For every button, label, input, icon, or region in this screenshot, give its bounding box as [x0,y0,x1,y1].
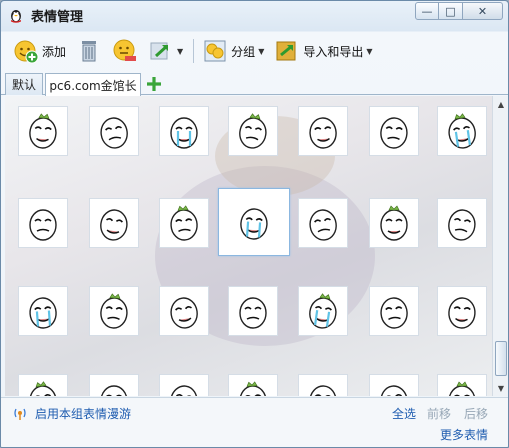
footer: 启用本组表情漫游 全选 前移 后移 更多表情 [1,397,508,447]
add-emoticon-icon [14,40,39,64]
emoticon-image [301,288,345,335]
move-back-link[interactable]: 后移 [464,405,488,422]
emoticon-cell[interactable] [228,106,278,156]
toolbar-separator [193,39,195,63]
emoticon-cell[interactable] [89,374,139,396]
import-export-button[interactable]: 导入和导出 ▼ [274,36,373,66]
emoticon-cell-selected[interactable] [218,188,290,256]
emoticon-cell[interactable] [369,198,419,248]
emoticon-image [21,200,65,247]
edit-face-icon [113,39,137,61]
emoticon-cell[interactable] [159,106,209,156]
emoticon-cell[interactable] [437,286,487,336]
emoticon-cell[interactable] [89,286,139,336]
emoticon-cell[interactable] [298,106,348,156]
import-export-label: 导入和导出 [303,44,364,59]
enable-roaming-link[interactable]: 启用本组表情漫游 [35,405,131,422]
emoticon-cell[interactable] [159,286,209,336]
emoticon-image [92,376,136,396]
emoticon-image [372,288,416,335]
emoticon-cell[interactable] [89,198,139,248]
emoticon-cell[interactable] [437,198,487,248]
emoticon-cell[interactable] [298,198,348,248]
chevron-down-icon: ▼ [258,46,265,56]
emoticon-cell[interactable] [369,286,419,336]
emoticon-image [231,376,275,396]
emoticon-image [372,376,416,396]
delete-button[interactable] [76,36,102,66]
emoticon-cell[interactable] [159,198,209,248]
maximize-button[interactable]: □ [439,2,463,20]
emoticon-image [21,108,65,155]
emoticon-image [440,376,484,396]
group-label: 分组 [231,44,256,59]
emoticon-image [231,108,275,155]
group-button[interactable]: 分组 ▼ [202,36,264,66]
emoticon-image [440,288,484,335]
move-icon [150,42,169,60]
tab-jinguanzhang[interactable]: pc6.com金馆长 [45,73,141,96]
edit-face-button[interactable] [112,36,138,66]
emoticon-image [372,200,416,247]
emoticon-image [301,200,345,247]
emoticon-cell[interactable] [18,198,68,248]
emoticon-image [372,108,416,155]
vertical-scrollbar[interactable]: ▲ ▼ [492,96,508,396]
tab-bar: 默认 pc6.com金馆长 [1,73,508,96]
emoticon-image [21,288,65,335]
emoticon-image [92,108,136,155]
penguin-icon [11,10,21,23]
emoticon-image [231,288,275,335]
close-button[interactable]: ✕ [463,2,503,20]
emoticon-image [92,200,136,247]
emoticon-cell[interactable] [228,374,278,396]
emoticon-cell[interactable] [298,374,348,396]
emoticon-manager-window: 表情管理 — □ ✕ 添加 ▼ 分组 ▼ 导入和导出 ▼ 默认 pc6.com金… [0,0,509,448]
add-button[interactable]: 添加 [13,36,66,66]
emoticon-image [162,288,206,335]
emoticon-image [92,288,136,335]
emoticon-cell[interactable] [437,106,487,156]
import-export-icon [276,41,296,61]
emoticon-image [21,376,65,396]
group-icon [204,40,226,62]
add-tab-icon[interactable] [145,75,163,93]
emoticon-image [440,108,484,155]
emoticon-cell[interactable] [369,374,419,396]
emoticon-cell[interactable] [159,374,209,396]
select-all-link[interactable]: 全选 [392,405,416,422]
emoticon-cell[interactable] [89,106,139,156]
emoticon-image [232,199,276,246]
move-button[interactable]: ▼ [148,36,183,66]
emoticon-cell[interactable] [18,106,68,156]
emoticon-image [301,376,345,396]
tab-default[interactable]: 默认 [5,73,43,95]
delete-icon [82,41,97,62]
emoticon-image [162,376,206,396]
emoticon-cell[interactable] [228,286,278,336]
scroll-up-icon[interactable]: ▲ [493,96,508,112]
emoticon-cell[interactable] [437,374,487,396]
move-forward-link[interactable]: 前移 [427,405,451,422]
scroll-thumb[interactable] [495,341,507,376]
emoticon-image [162,108,206,155]
more-emoticons-link[interactable]: 更多表情 [440,426,488,443]
roaming-icon [14,408,26,420]
emoticon-cell[interactable] [298,286,348,336]
emoticon-cell[interactable] [18,286,68,336]
emoticon-image [301,108,345,155]
chevron-down-icon: ▼ [366,46,373,56]
emoticon-cell[interactable] [369,106,419,156]
chevron-down-icon: ▼ [177,46,184,56]
minimize-button[interactable]: — [415,2,439,20]
scroll-down-icon[interactable]: ▼ [493,380,508,396]
toolbar: 添加 ▼ 分组 ▼ 导入和导出 ▼ [1,31,508,71]
emoticon-image [440,200,484,247]
emoticon-image [162,200,206,247]
emoticon-cell[interactable] [18,374,68,396]
emoticon-grid[interactable] [5,96,492,396]
window-title: 表情管理 [31,10,84,25]
title-bar[interactable]: 表情管理 — □ ✕ [1,1,508,29]
add-label: 添加 [42,44,67,59]
